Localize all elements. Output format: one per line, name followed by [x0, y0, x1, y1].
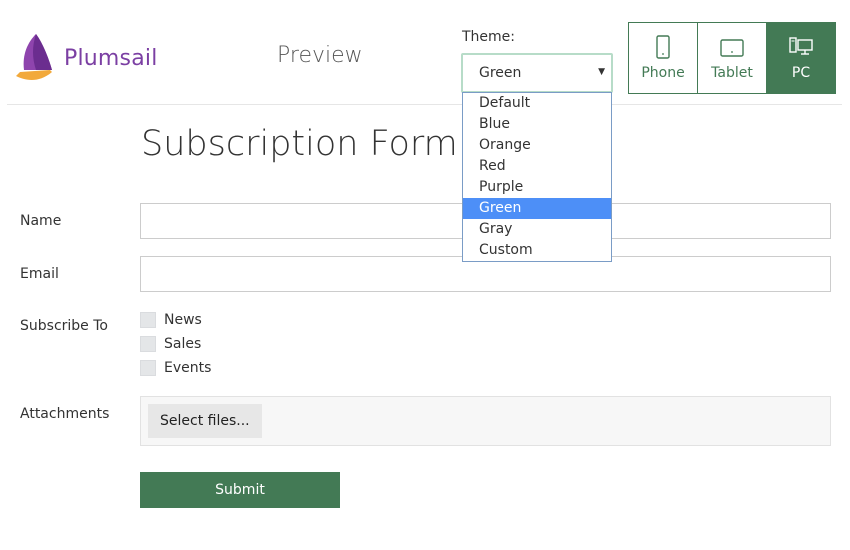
sales-label: Sales: [164, 336, 202, 352]
theme-select[interactable]: Green ▼: [461, 53, 613, 93]
desktop-icon: [789, 37, 813, 55]
theme-option-default[interactable]: Default: [463, 93, 611, 114]
events-checkbox[interactable]: [140, 360, 156, 376]
theme-option-red[interactable]: Red: [463, 156, 611, 177]
news-label: News: [164, 312, 202, 328]
subscribe-option-events[interactable]: Events: [140, 359, 211, 377]
header-divider: [7, 104, 842, 105]
theme-dropdown-list: Default Blue Orange Red Purple Green Gra…: [462, 92, 612, 262]
logo-text: Plumsail: [64, 46, 158, 71]
subscribe-label: Subscribe To: [20, 318, 108, 334]
subscribe-option-news[interactable]: News: [140, 311, 202, 329]
device-phone-button[interactable]: Phone: [629, 23, 697, 93]
name-label: Name: [20, 213, 62, 229]
events-label: Events: [164, 360, 212, 376]
device-switch: Phone Tablet PC: [628, 22, 836, 94]
device-pc-label: PC: [791, 65, 811, 81]
phone-icon: [656, 35, 670, 59]
attachments-label: Attachments: [20, 406, 110, 422]
theme-option-orange[interactable]: Orange: [463, 135, 611, 156]
theme-option-gray[interactable]: Gray: [463, 219, 611, 240]
theme-option-blue[interactable]: Blue: [463, 114, 611, 135]
device-phone-label: Phone: [641, 65, 685, 81]
chevron-down-icon: ▼: [598, 67, 605, 77]
theme-label: Theme:: [462, 29, 516, 45]
theme-option-purple[interactable]: Purple: [463, 177, 611, 198]
theme-select-value: Green: [479, 65, 522, 81]
select-files-button[interactable]: Select files...: [148, 404, 262, 438]
device-tablet-button[interactable]: Tablet: [697, 23, 766, 93]
device-pc-button[interactable]: PC: [766, 23, 835, 93]
attachments-dropzone[interactable]: Select files...: [140, 396, 831, 446]
theme-option-custom[interactable]: Custom: [463, 240, 611, 261]
tablet-icon: [720, 39, 744, 57]
device-tablet-label: Tablet: [711, 65, 753, 81]
email-label: Email: [20, 266, 59, 282]
submit-button[interactable]: Submit: [140, 472, 340, 508]
form-title: Subscription Form: [141, 124, 458, 164]
plumsail-logo-icon: [16, 34, 52, 80]
theme-option-green[interactable]: Green: [463, 198, 611, 219]
news-checkbox[interactable]: [140, 312, 156, 328]
subscribe-option-sales[interactable]: Sales: [140, 335, 201, 353]
sales-checkbox[interactable]: [140, 336, 156, 352]
preview-title: Preview: [277, 43, 363, 68]
